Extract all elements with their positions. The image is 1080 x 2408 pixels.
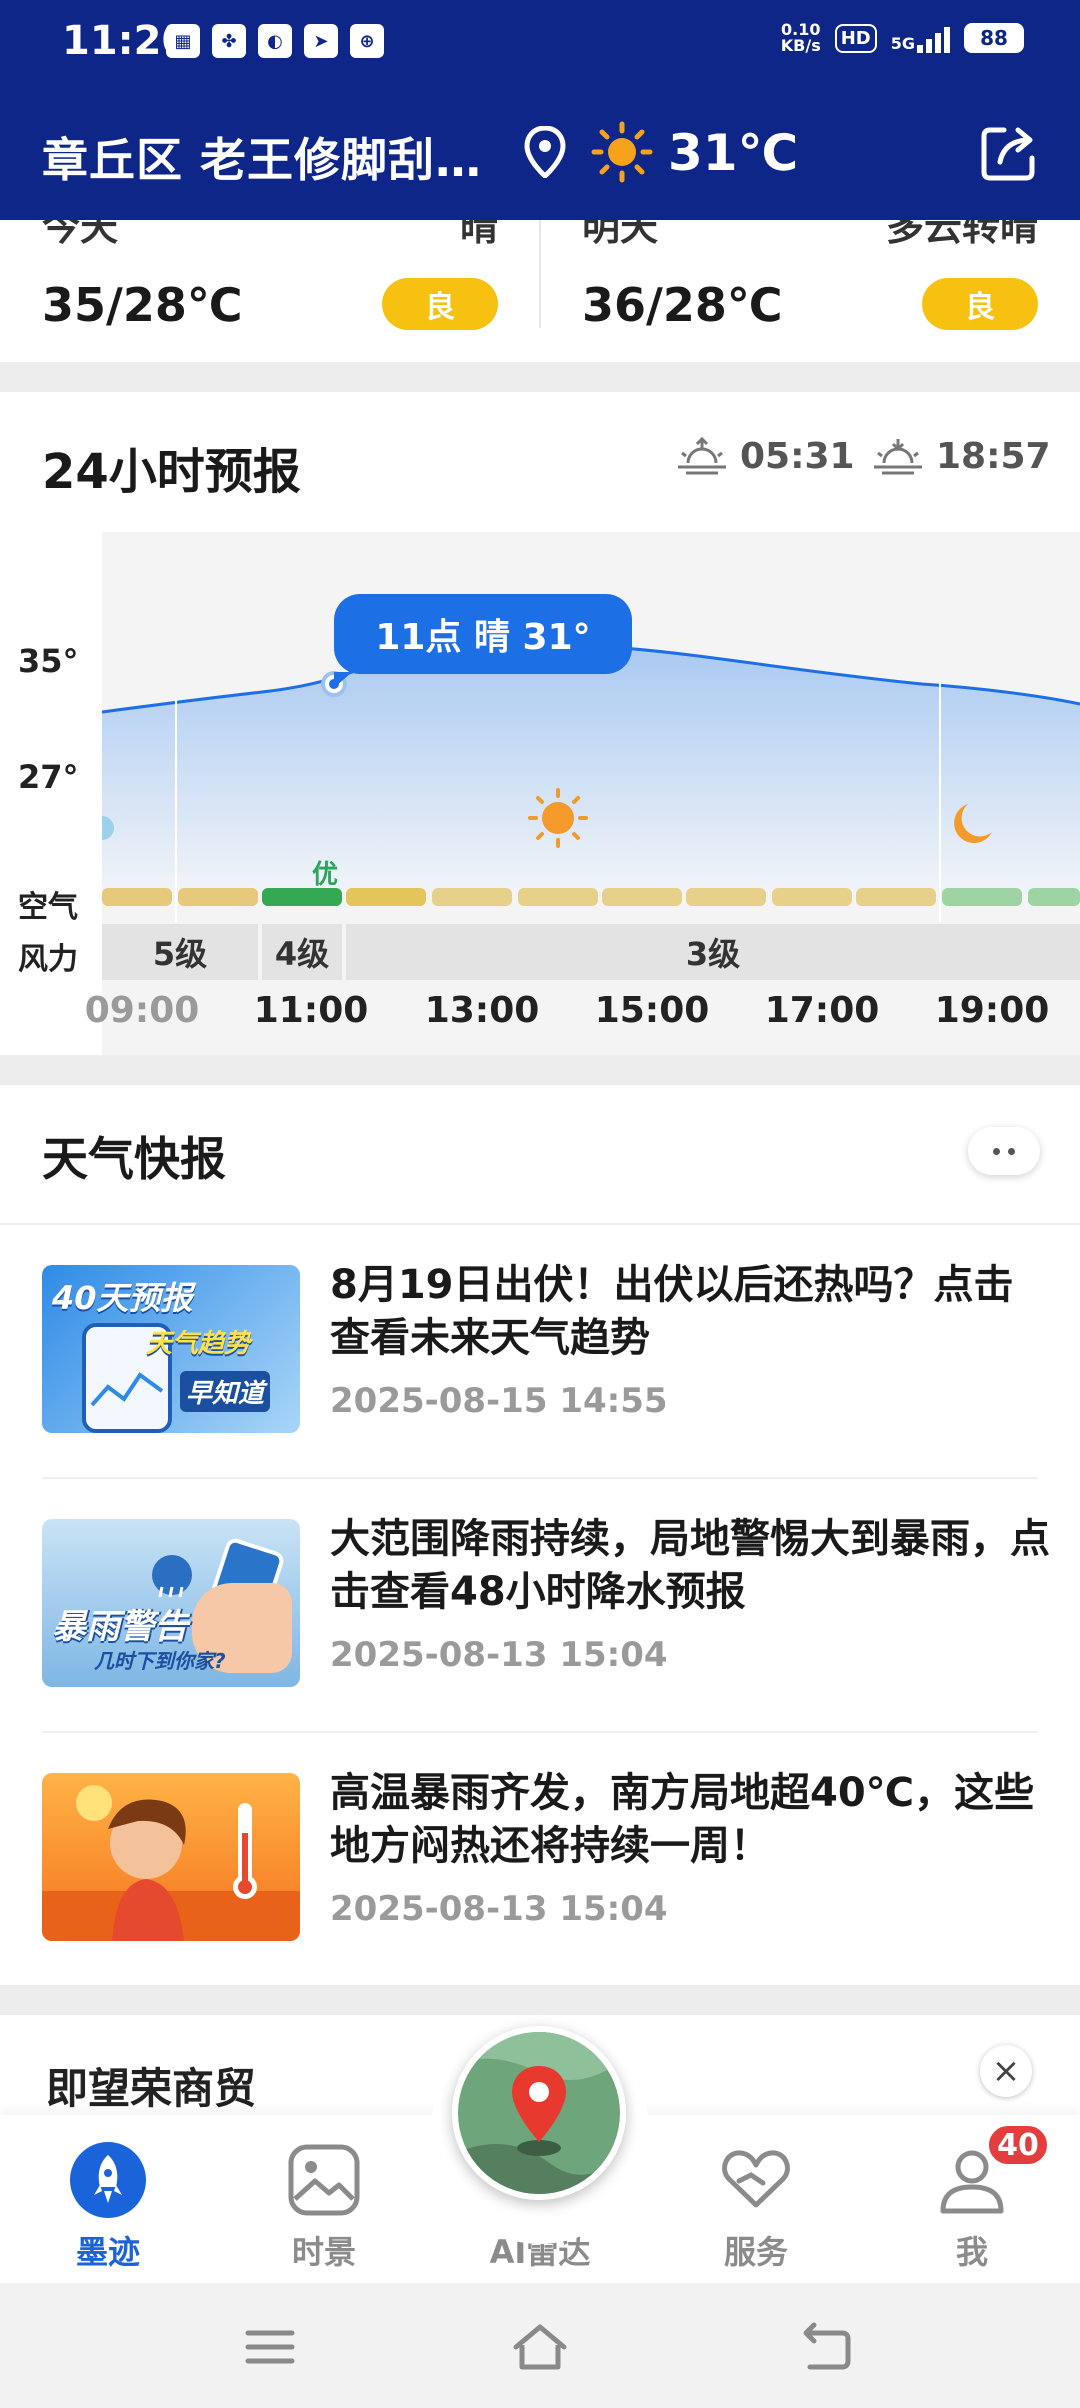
news-item[interactable]: 高温暴雨齐发，南方局地超40℃，这些地方闷热还将持续一周！ 2025-08-13… [42,1733,1038,1987]
day-condition: 多云转晴 [885,220,1038,249]
close-ad-button[interactable]: × [980,2045,1032,2097]
sunny-icon [591,121,653,183]
sunrise-icon [678,436,726,474]
news-item[interactable]: 40天预报 天气趋势 早知道 8月19日出伏！出伏以后还热吗？点击查看未来天气趋… [42,1225,1038,1479]
nav-label: 时景 [291,2233,356,2271]
nav-item-me[interactable]: 我 40 [882,2115,1062,2283]
send-notification-icon: ➤ [304,24,338,58]
location-title[interactable]: 章丘区 老王修脚刮… [42,124,512,190]
header: 章丘区 老王修脚刮… 31℃ [0,110,1080,200]
y-tick: 27° [18,758,79,796]
news-section-title: 天气快报 [42,1132,226,1186]
time-label: 13:00 [424,990,540,1031]
nav-item-services[interactable]: 服务 [666,2115,846,2283]
location-pin-icon[interactable] [524,126,566,178]
chart-plot-area: 11点 晴 31° 优 5级 4级 3级 09:00 11:00 13:00 1… [85,532,1080,1055]
image-icon [288,2144,360,2216]
news-date: 2025-08-15 14:55 [330,1381,668,1421]
nav-label: 我 [955,2233,988,2271]
news-headline: 大范围降雨持续，局地警惕大到暴雨，点击查看48小时降水预报 [330,1516,1050,1615]
aqi-badge: 良 [922,278,1038,330]
status-bar: 11:20 ▦ ✤ ◐ ➤ ⊕ 0.10 KB/s HD 5G 88 [0,0,1080,84]
net-speed: 0.10 KB/s [780,20,821,55]
ai-radar-button[interactable] [452,2026,626,2200]
sunrise-time: 05:31 [676,436,855,477]
more-options-button[interactable] [968,1127,1040,1175]
home-icon[interactable] [510,2317,570,2377]
news-thumbnail: 暴雨警告 几时下到你家? [42,1519,300,1687]
aqi-bar-row [102,888,1080,906]
day-condition: 晴 [459,220,498,249]
time-label: 15:00 [594,990,710,1031]
heat-illustration [42,1785,300,1941]
time-label: 11:00 [253,990,369,1031]
fan-notification-icon: ✤ [212,24,246,58]
notification-badge: 40 [986,2123,1050,2167]
nav-label: 墨迹 [75,2233,140,2271]
news-item[interactable]: 暴雨警告 几时下到你家? 大范围降雨持续，局地警惕大到暴雨，点击查看48小时降水… [42,1479,1050,1733]
y-tick: 35° [18,642,79,680]
day-temp-range: 36/28℃ [582,278,783,332]
battery-icon: 88 [964,23,1024,53]
day-summary-card: 今天 晴 35/28℃ 良 明天 多云转晴 36/28℃ 良 [0,220,1080,362]
day-label: 明天 [582,220,659,249]
today-summary[interactable]: 今天 晴 35/28℃ 良 [0,220,540,362]
time-label: 17:00 [764,990,880,1031]
tomorrow-summary[interactable]: 明天 多云转晴 36/28℃ 良 [540,220,1080,362]
time-label: 19:00 [934,990,1050,1031]
wind-level-row: 5级 4级 3级 [102,924,1080,980]
forecast-24h-card: 24小时预报 05:31 18:57 35° 27° 空气 风力 11点 晴 3… [0,392,1080,1055]
news-date: 2025-08-13 15:04 [330,1889,668,1929]
qr-notification-icon: ▦ [166,24,200,58]
nav-item-moji[interactable]: 墨迹 [18,2115,198,2283]
rain-cloud-icon [152,1555,192,1598]
day-temp-range: 35/28℃ [42,278,243,332]
back-icon[interactable] [796,2317,856,2377]
sunset-icon [874,438,922,474]
news-date: 2025-08-13 15:04 [330,1635,668,1675]
accessibility-notification-icon: ⊕ [350,24,384,58]
wind-level: 3级 [346,924,1080,980]
hour-tooltip: 11点 晴 31° [334,594,632,688]
time-label: 09:00 [84,990,200,1031]
day-label: 今天 [42,220,119,249]
signal-indicator: 5G [891,23,950,53]
air-quality-row-label: 空气 [18,890,78,925]
system-navigation-bar [0,2283,1080,2408]
wind-row-label: 风力 [18,942,78,977]
ad-text: 即望荣商贸 [46,2064,257,2113]
nav-item-scenery[interactable]: 时景 [234,2115,414,2283]
wind-level: 4级 [262,924,342,980]
heart-hands-icon [722,2150,790,2208]
news-headline: 8月19日出伏！出伏以后还热吗？点击查看未来天气趋势 [330,1262,1014,1361]
menu-icon[interactable] [240,2317,300,2377]
status-right: 0.10 KB/s HD 5G 88 [781,22,1024,54]
app-notification-icon: ◐ [258,24,292,58]
chart-y-axis: 35° 27° 空气 风力 [0,532,102,1055]
hd-indicator: HD [834,23,877,53]
news-thumbnail [42,1773,300,1941]
forecast-title: 24小时预报 [42,444,301,500]
radar-pin-icon [458,2032,620,2194]
time-axis: 09:00 11:00 13:00 15:00 17:00 19:00 [85,980,1080,1040]
trend-chart-icon [90,1372,164,1407]
news-headline: 高温暴雨齐发，南方局地超40℃，这些地方闷热还将持续一周！ [330,1770,1035,1869]
aqi-excellent-label: 优 [312,860,339,890]
signal-bars-icon [917,23,950,53]
share-icon[interactable] [978,122,1040,184]
notification-icons: ▦ ✤ ◐ ➤ ⊕ [166,24,384,58]
nav-label: 服务 [723,2233,788,2271]
rocket-icon [70,2142,146,2218]
current-temperature: 31℃ [668,124,799,182]
news-thumbnail: 40天预报 天气趋势 早知道 [42,1265,300,1433]
hourly-chart[interactable]: 35° 27° 空气 风力 11点 晴 31° 优 5级 4级 3级 09:00… [0,532,1080,1055]
sunset-time: 18:57 [872,436,1051,477]
top-app-bar: 11:20 ▦ ✤ ◐ ➤ ⊕ 0.10 KB/s HD 5G 88 章丘区 老… [0,0,1080,220]
wind-level: 5级 [102,924,258,980]
aqi-badge: 良 [382,278,498,330]
weather-news-card: 天气快报 40天预报 天气趋势 早知道 8月19日出伏！出伏以后还热吗？点击查看… [0,1085,1080,1985]
